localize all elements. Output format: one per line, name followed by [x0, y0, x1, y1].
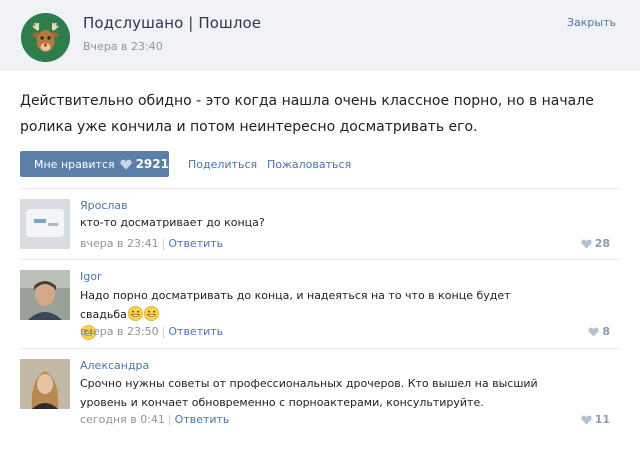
comment-like-button[interactable]: 28	[581, 237, 610, 250]
comment-meta: вчера в 23:41 | Ответить	[80, 237, 224, 250]
heart-icon	[588, 327, 599, 337]
comment-time[interactable]: вчера в 23:50	[80, 325, 159, 338]
commenter-name[interactable]: Igor	[80, 270, 101, 283]
group-avatar[interactable]	[21, 13, 70, 62]
like-button[interactable]: Мне нравится 2921	[20, 151, 169, 177]
like-label: Мне нравится	[34, 157, 115, 171]
grin-emoji-icon	[143, 306, 159, 321]
reply-link[interactable]: Ответить	[168, 325, 223, 338]
post-text: Действительно обидно - это когда нашла о…	[20, 93, 594, 135]
report-link[interactable]: Пожаловаться	[267, 158, 351, 171]
divider	[20, 188, 620, 189]
commenter-name[interactable]: Александра	[80, 359, 149, 372]
divider	[20, 259, 620, 260]
deer-logo-icon	[21, 13, 70, 62]
comment-like-button[interactable]: 8	[588, 325, 610, 338]
comment-like-button[interactable]: 11	[581, 413, 610, 426]
reply-link[interactable]: Ответить	[175, 413, 230, 426]
group-title[interactable]: Подслушано | Пошлое	[83, 14, 261, 32]
comment-meta: вчера в 23:50 | Ответить	[80, 325, 224, 338]
heart-icon	[581, 239, 592, 249]
heart-icon	[119, 159, 132, 170]
share-link[interactable]: Поделиться	[188, 158, 257, 171]
comment-item: Igor Надо порно досматривать до конца, и…	[20, 270, 620, 340]
comment-text: Срочно нужны советы от профессиональных …	[80, 377, 538, 409]
comment-like-count: 28	[594, 237, 610, 250]
grin-emoji-icon	[127, 306, 143, 321]
commenter-avatar[interactable]	[20, 270, 70, 320]
commenter-name[interactable]: Ярослав	[80, 199, 128, 212]
comment-like-count: 8	[602, 325, 610, 338]
comment-item: Александра Срочно нужны советы от профес…	[20, 359, 620, 429]
reply-link[interactable]: Ответить	[168, 237, 223, 250]
comment-time[interactable]: сегодня в 0:41	[80, 413, 165, 426]
comment-item: Ярослав кто-то досматривает до конца? вч…	[20, 199, 620, 251]
comment-like-count: 11	[594, 413, 610, 426]
heart-icon	[581, 415, 592, 425]
divider	[20, 348, 620, 349]
post-header: Подслушано | Пошлое Вчера в 23:40 Закрыт…	[0, 0, 640, 70]
comment-meta: сегодня в 0:41 | Ответить	[80, 413, 230, 426]
commenter-avatar[interactable]	[20, 359, 70, 409]
comment-time[interactable]: вчера в 23:41	[80, 237, 159, 250]
comment-text: кто-то досматривает до конца?	[80, 216, 265, 229]
like-count: 2921	[135, 157, 169, 171]
post-time[interactable]: Вчера в 23:40	[83, 40, 163, 53]
commenter-avatar[interactable]	[20, 199, 70, 249]
close-button[interactable]: Закрыть	[567, 16, 616, 29]
